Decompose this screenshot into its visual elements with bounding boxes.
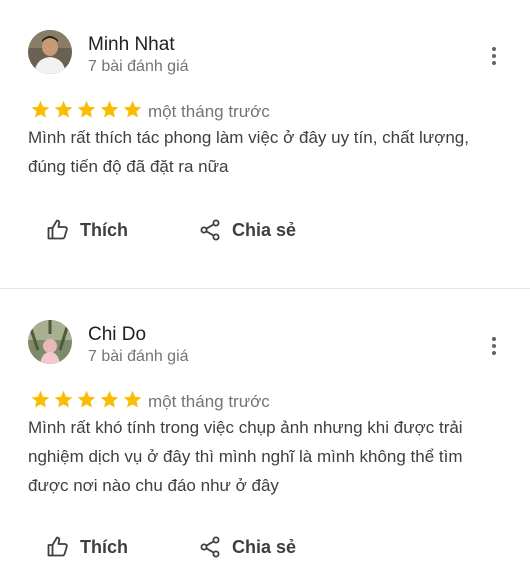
star-icon	[77, 390, 96, 408]
reviewer-review-count: 7 bài đánh giá	[88, 348, 189, 365]
reviewer-review-count: 7 bài đánh giá	[88, 58, 189, 75]
thumbs-up-icon	[47, 219, 68, 240]
star-icon	[123, 100, 142, 118]
share-icon	[200, 536, 220, 558]
star-icon	[77, 100, 96, 118]
reviewer-name[interactable]: Minh Nhat	[88, 34, 175, 56]
avatar[interactable]	[28, 320, 72, 364]
review-card: Chi Do 7 bài đánh giá một tháng trước Mì…	[0, 289, 530, 587]
star-rating	[30, 99, 143, 120]
share-label: Chia sẻ	[232, 536, 297, 557]
like-label: Thích	[80, 536, 128, 557]
avatar[interactable]	[28, 30, 72, 74]
review-card: Minh Nhat 7 bài đánh giá một tháng trước…	[0, 0, 530, 289]
share-icon	[200, 219, 220, 241]
reviewer-name[interactable]: Chi Do	[88, 324, 146, 346]
star-icon	[31, 390, 50, 408]
star-rating	[30, 389, 143, 410]
like-button[interactable]: Thích	[46, 218, 128, 242]
review-text: Mình rất khó tính trong việc chụp ảnh nh…	[28, 418, 463, 495]
like-label: Thích	[80, 219, 128, 240]
more-options-icon[interactable]	[485, 335, 503, 357]
share-button[interactable]: Chia sẻ	[198, 218, 296, 242]
star-icon	[100, 100, 119, 118]
like-button[interactable]: Thích	[46, 535, 128, 559]
share-label: Chia sẻ	[232, 219, 297, 240]
star-icon	[54, 100, 73, 118]
share-button[interactable]: Chia sẻ	[198, 535, 296, 559]
more-options-icon[interactable]	[485, 45, 503, 67]
review-text: Mình rất thích tác phong làm việc ở đây …	[28, 128, 469, 176]
star-icon	[54, 390, 73, 408]
star-icon	[100, 390, 119, 408]
review-time: một tháng trước	[148, 102, 270, 121]
star-icon	[31, 100, 50, 118]
review-time: một tháng trước	[148, 392, 270, 411]
star-icon	[123, 390, 142, 408]
thumbs-up-icon	[47, 536, 68, 557]
